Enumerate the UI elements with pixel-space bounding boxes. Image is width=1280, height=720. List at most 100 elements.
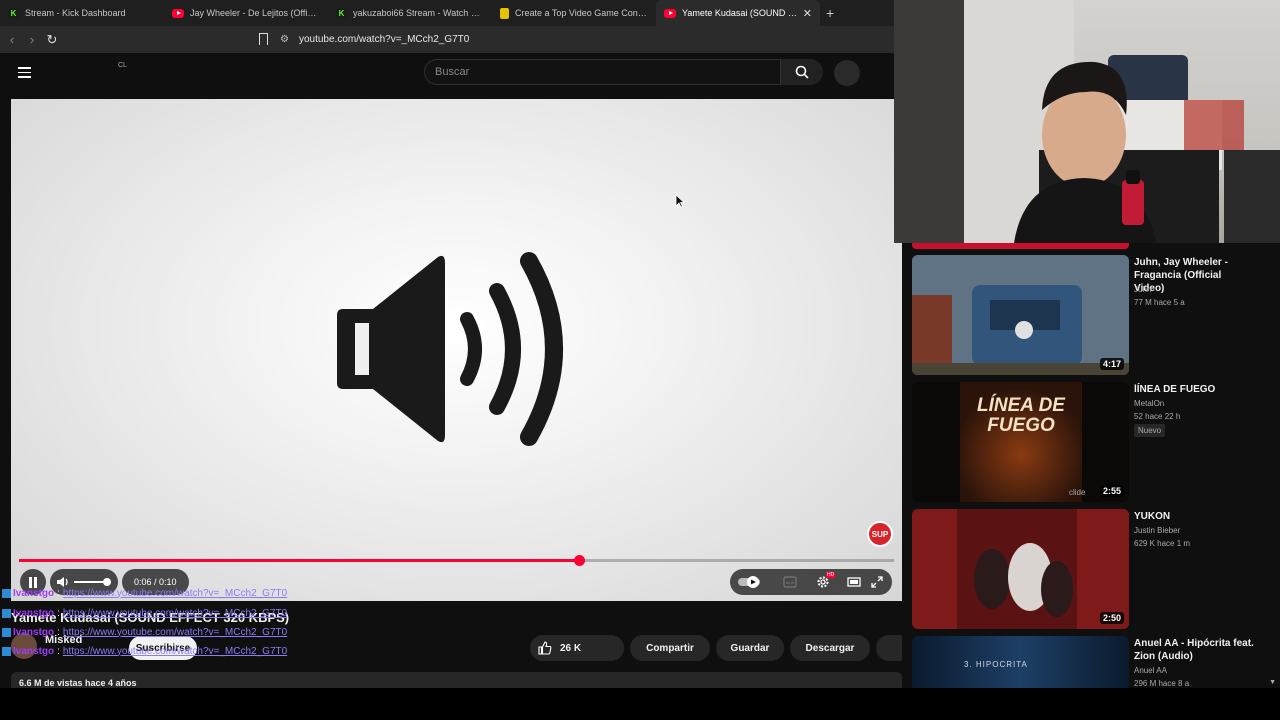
chat-badge-icon bbox=[2, 646, 11, 656]
thumbnail-title: LÍNEA DE FUEGO bbox=[977, 395, 1065, 436]
channel-watermark[interactable]: SUP bbox=[867, 521, 893, 547]
recommendation-title[interactable]: YUKON bbox=[1134, 510, 1254, 523]
tab-title: Create a Top Video Game Consoles T bbox=[515, 8, 648, 18]
kick-icon: K bbox=[336, 7, 347, 19]
url-text: youtube.com/watch?v=_MCch2_G7T0 bbox=[298, 34, 470, 45]
country-code: CL bbox=[118, 62, 127, 69]
chat-badge-icon bbox=[2, 627, 11, 637]
chat-separator: : bbox=[57, 607, 60, 619]
video-thumbnail[interactable]: 4:17 bbox=[912, 255, 1129, 375]
duration-badge: 4:17 bbox=[1099, 358, 1124, 370]
chat-text: https://www.youtube.com/watch?v=_MCch2_G… bbox=[62, 607, 288, 619]
autoplay-toggle-icon[interactable] bbox=[738, 575, 762, 589]
recommendation-meta: 629 K hace 1 m bbox=[1134, 539, 1191, 548]
chat-message: Ivanstgo : https://www.youtube.com/watch… bbox=[2, 606, 287, 620]
hd-badge: HD bbox=[826, 572, 836, 578]
recommendation-channel[interactable]: MetalOn bbox=[1134, 399, 1164, 408]
chat-badge-icon bbox=[2, 588, 11, 598]
reload-icon[interactable]: ↻ bbox=[42, 32, 62, 48]
recommendation-title[interactable]: lÍNEA DE FUEGO bbox=[1134, 383, 1254, 396]
tab-title: Stream - Kick Dashboard bbox=[25, 8, 126, 18]
back-icon[interactable]: ‹ bbox=[2, 32, 22, 47]
chat-separator: : bbox=[57, 645, 60, 657]
progress-bar[interactable] bbox=[19, 555, 894, 566]
player-controls-right: HD bbox=[730, 569, 892, 595]
video-thumbnail[interactable]: LÍNEA DE FUEGO clide 2:55 bbox=[912, 382, 1129, 502]
youtube-header: CL Buscar bbox=[0, 53, 894, 95]
subtitles-icon[interactable] bbox=[783, 575, 797, 589]
recommendation-item[interactable]: LÍNEA DE FUEGO clide 2:55 lÍNEA DE FUEGO… bbox=[912, 382, 1272, 502]
chat-username: Ivanstgo bbox=[13, 607, 55, 619]
fullscreen-icon[interactable] bbox=[870, 575, 884, 589]
recommendation-meta: 77 M hace 5 a bbox=[1134, 298, 1185, 307]
browser-tab-active[interactable]: Yamete Kudasai (SOUND EFFECT ✕ bbox=[656, 0, 820, 26]
recommendation-item[interactable]: 4:17 Juhn, Jay Wheeler - Fragancia (Offi… bbox=[912, 255, 1272, 375]
chat-separator: : bbox=[57, 626, 60, 638]
search-placeholder: Buscar bbox=[435, 66, 470, 78]
recommendation-channel[interactable]: Anuel AA bbox=[1134, 666, 1167, 675]
kick-icon: K bbox=[8, 7, 19, 19]
search-icon bbox=[795, 65, 809, 79]
bottom-letterbox bbox=[0, 688, 1280, 720]
thumbs-up-icon bbox=[538, 641, 552, 655]
browser-tab[interactable]: K yakuzaboi66 Stream - Watch Live on bbox=[328, 0, 492, 26]
browser-tab[interactable]: K Stream - Kick Dashboard bbox=[0, 0, 164, 26]
chat-badge-icon bbox=[2, 608, 11, 618]
site-info-icon[interactable]: ⚙ bbox=[280, 34, 289, 45]
like-button[interactable]: 26 K bbox=[530, 635, 624, 661]
like-count: 26 K bbox=[560, 642, 582, 654]
new-tab-icon[interactable]: + bbox=[826, 5, 834, 21]
menu-icon[interactable] bbox=[18, 67, 31, 78]
bookmark-icon[interactable] bbox=[259, 33, 268, 45]
video-player[interactable]: SUP 0:06 / 0:10 HD bbox=[11, 99, 902, 601]
tab-title: yakuzaboi66 Stream - Watch Live on bbox=[353, 8, 484, 18]
streamer-webcam bbox=[894, 0, 1280, 243]
browser-tab[interactable]: Jay Wheeler - De Lejitos (Official bbox=[164, 0, 328, 26]
url-field[interactable]: ⚙ youtube.com/watch?v=_MCch2_G7T0 bbox=[280, 30, 890, 49]
download-button[interactable]: Descargar bbox=[790, 635, 870, 661]
thumbnail-image bbox=[912, 255, 1129, 375]
share-button[interactable]: Compartir bbox=[630, 635, 710, 661]
more-actions-button[interactable] bbox=[876, 635, 902, 661]
video-thumbnail[interactable]: 3. HIPOCRITA bbox=[912, 636, 1129, 688]
save-button[interactable]: Guardar bbox=[716, 635, 784, 661]
browser-tab[interactable]: Create a Top Video Game Consoles T bbox=[492, 0, 656, 26]
recommendation-channel[interactable]: Justin Bieber bbox=[1134, 526, 1180, 535]
screen-root: { "browser": { "tabs": [ {"title": "Stre… bbox=[0, 0, 1280, 720]
speaker-icon bbox=[337, 252, 563, 446]
chat-separator: : bbox=[57, 587, 60, 599]
chat-text: https://www.youtube.com/watch?v=_MCch2_G… bbox=[62, 626, 288, 638]
thumbnail-watermark: clide bbox=[1069, 488, 1086, 497]
webcam-image bbox=[894, 0, 1280, 243]
recommendation-title[interactable]: Anuel AA - Hipócrita feat. Zion (Audio) bbox=[1134, 637, 1254, 663]
volume-slider[interactable] bbox=[74, 578, 111, 586]
thumbnail-image bbox=[912, 509, 1129, 629]
forward-icon[interactable]: › bbox=[22, 32, 42, 47]
chat-text: https://www.youtube.com/watch?v=_MCch2_G… bbox=[62, 587, 288, 599]
close-tab-icon[interactable]: ✕ bbox=[803, 7, 812, 20]
search-button[interactable] bbox=[781, 59, 823, 85]
video-thumbnail[interactable]: 2:50 bbox=[912, 509, 1129, 629]
recommendations-panel: 4:17 Juhn, Jay Wheeler - Fragancia (Offi… bbox=[902, 243, 1280, 688]
recommendation-item[interactable]: 2:50 YUKON Justin Bieber 629 K hace 1 m bbox=[912, 509, 1272, 629]
views-and-date: 6.6 M de vistas hace 4 años bbox=[19, 678, 137, 688]
chat-username: Ivanstgo bbox=[13, 587, 55, 599]
chat-message: Ivanstgo : https://www.youtube.com/watch… bbox=[2, 625, 287, 639]
scroll-down-icon[interactable]: ▼ bbox=[1269, 679, 1276, 686]
document-icon bbox=[500, 7, 509, 19]
recommendation-item[interactable]: 3. HIPOCRITA Anuel AA - Hipócrita feat. … bbox=[912, 636, 1272, 688]
chat-username: Ivanstgo bbox=[13, 626, 55, 638]
search-input[interactable]: Buscar bbox=[424, 59, 781, 85]
description-box[interactable]: 6.6 M de vistas hace 4 años bbox=[11, 672, 902, 688]
account-avatar[interactable] bbox=[834, 60, 860, 86]
chat-username: Ivanstgo bbox=[13, 645, 55, 657]
chat-message: Ivanstgo : https://www.youtube.com/watch… bbox=[2, 644, 287, 658]
browser-tab-strip: K Stream - Kick Dashboard Jay Wheeler - … bbox=[0, 0, 894, 26]
theater-mode-icon[interactable] bbox=[847, 575, 861, 589]
recommendation-channel[interactable]: Juhn bbox=[1134, 285, 1151, 294]
progress-scrubber[interactable] bbox=[574, 555, 585, 566]
duration-badge: 2:55 bbox=[1099, 485, 1124, 497]
youtube-icon bbox=[664, 8, 676, 18]
recommendation-title[interactable]: Juhn, Jay Wheeler - Fragancia (Official … bbox=[1134, 256, 1254, 295]
youtube-icon bbox=[172, 8, 184, 18]
